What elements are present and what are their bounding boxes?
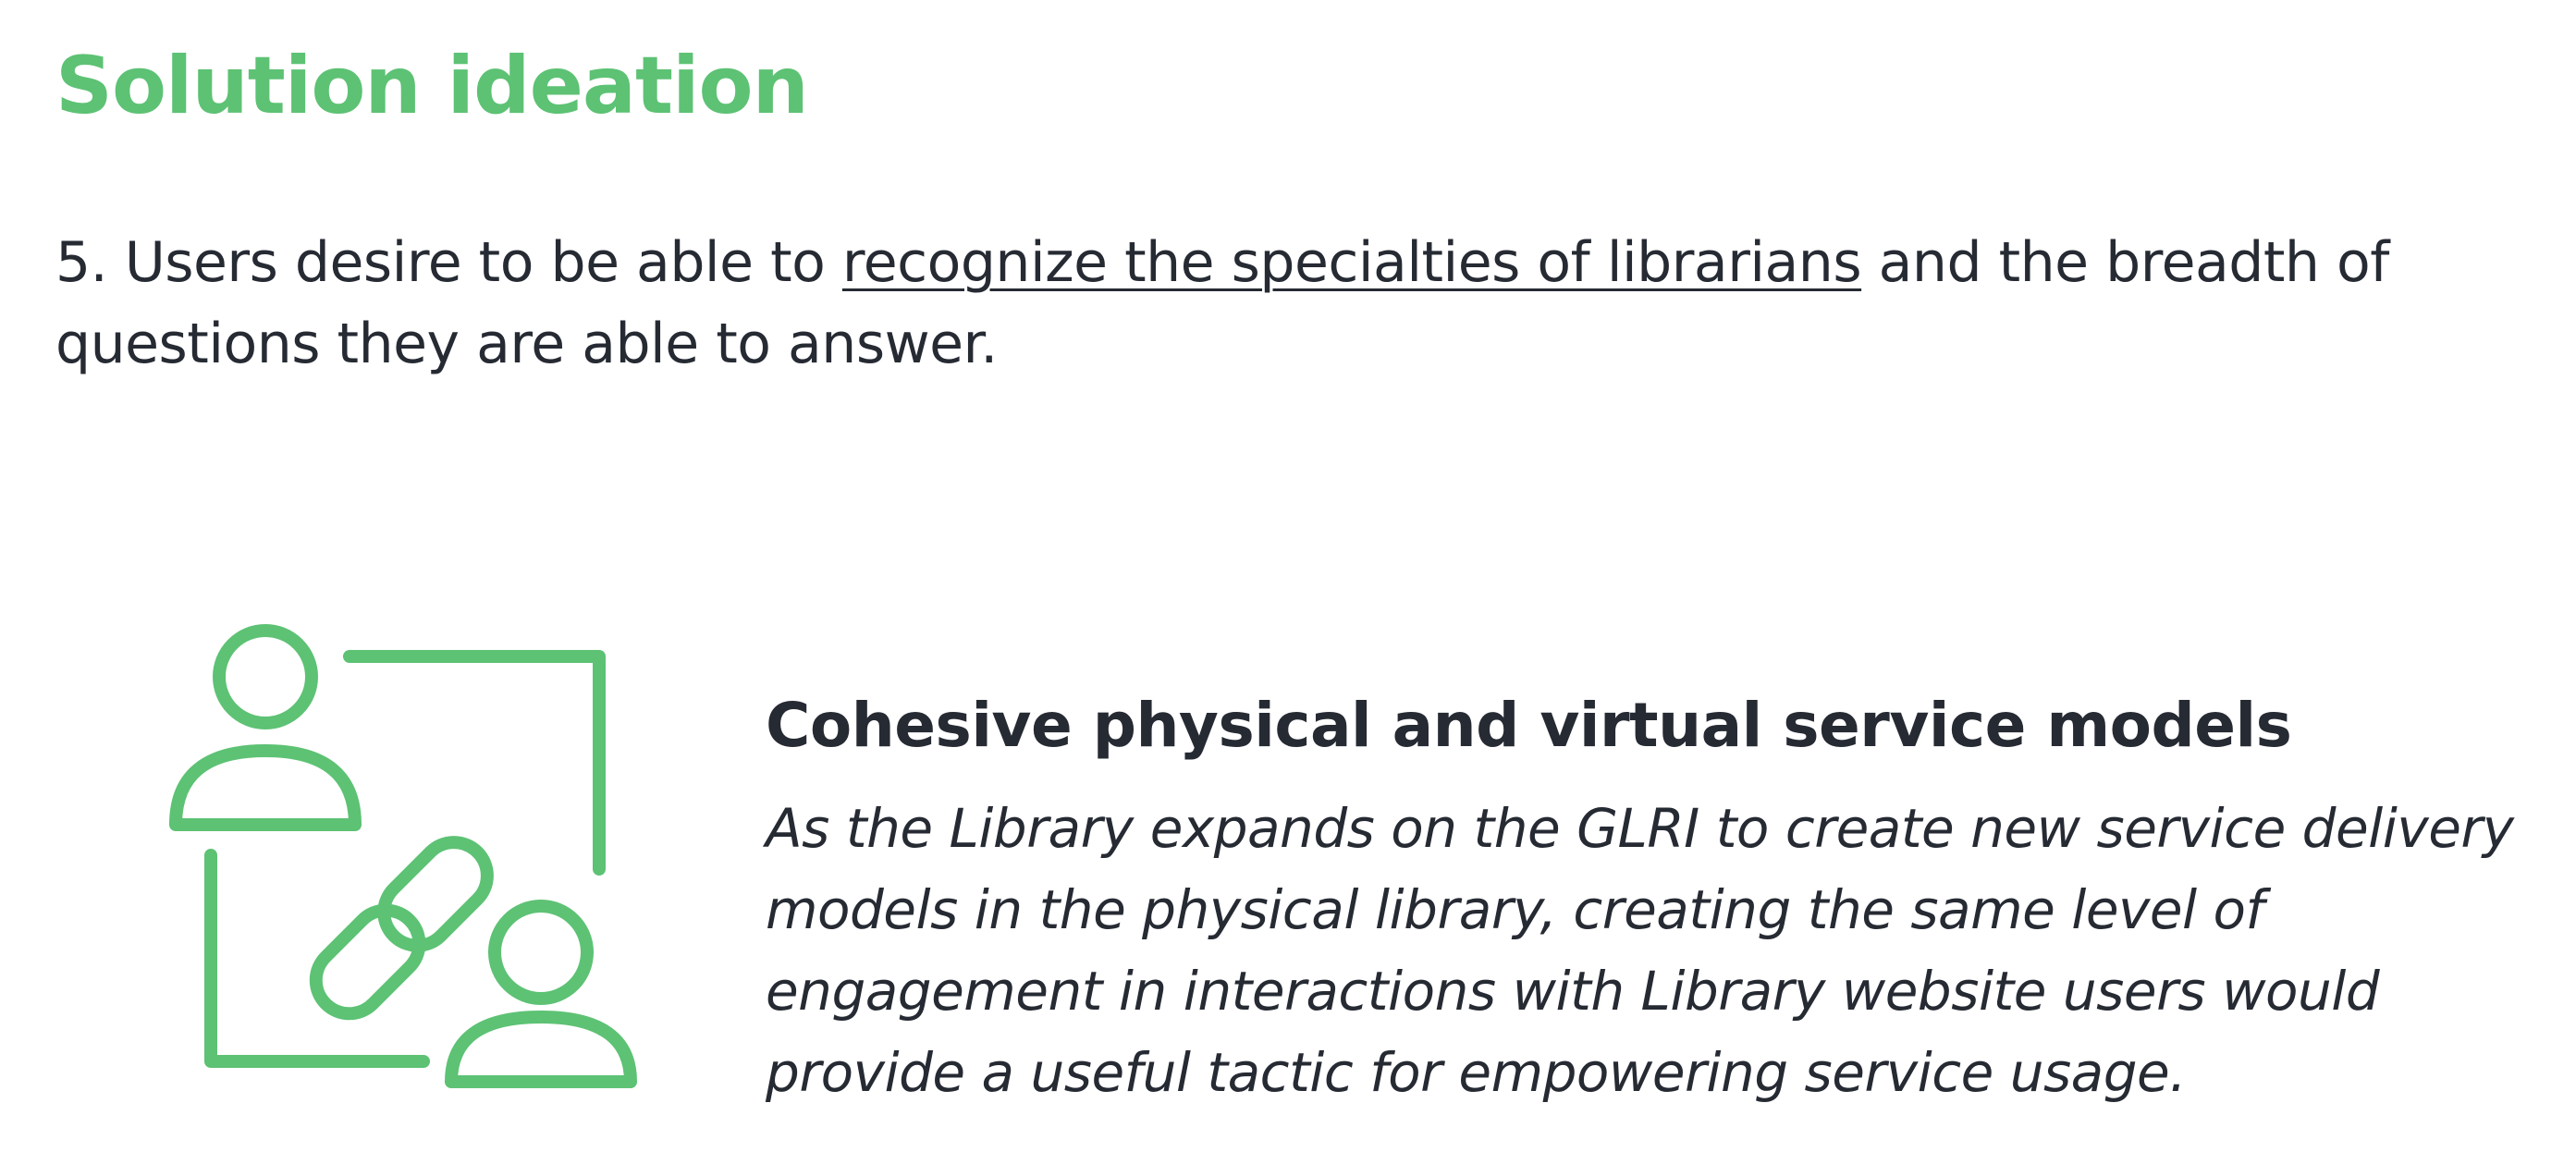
card-title: Cohesive physical and virtual service mo… [766, 690, 2292, 761]
insight-statement: 5. Users desire to be able to recognize … [55, 222, 2515, 385]
page-title: Solution ideation [55, 40, 809, 132]
connected-users-link-icon [169, 624, 637, 1088]
card-description: As the Library expands on the GLRI to cr… [766, 797, 2514, 1104]
insight-prefix: 5. Users desire to be able to [55, 230, 842, 295]
insight-highlight: recognize the specialties of librarians [841, 230, 1862, 295]
